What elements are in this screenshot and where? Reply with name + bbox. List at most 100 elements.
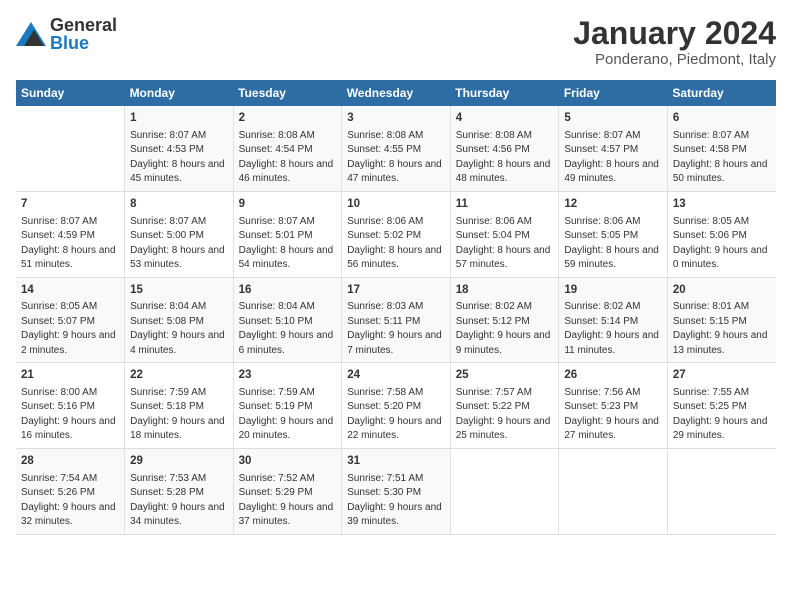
day-number: 29 (130, 453, 228, 470)
header-friday: Friday (559, 80, 668, 106)
sunset-text: Sunset: 4:55 PM (347, 143, 445, 158)
day-number: 18 (456, 282, 554, 299)
calendar-cell: 24 Sunrise: 7:58 AMSunset: 5:20 PMDayligh… (342, 363, 451, 449)
calendar-cell (667, 448, 776, 534)
sunrise-text: Sunrise: 8:07 AM (21, 215, 119, 230)
daylight-text: Daylight: 9 hours and 27 minutes. (564, 415, 662, 444)
calendar-cell: 20Sunrise: 8:01 AMSunset: 5:15 PMDayligh… (667, 277, 776, 363)
sunrise-text: Sunrise: 7:56 AM (564, 386, 662, 401)
daylight-text: Daylight: 9 hours and 22 minutes. (347, 415, 445, 444)
sunset-text: Sunset: 5:11 PM (347, 315, 445, 330)
sunrise-text: Sunrise: 8:08 AM (239, 129, 337, 144)
weekday-header-row: Sunday Monday Tuesday Wednesday Thursday… (16, 80, 776, 106)
header-monday: Monday (125, 80, 234, 106)
sunrise-text: Sunrise: 8:08 AM (347, 129, 445, 144)
calendar-cell: 11Sunrise: 8:06 AMSunset: 5:04 PMDayligh… (450, 191, 559, 277)
calendar-cell: 28Sunrise: 7:54 AMSunset: 5:26 PMDayligh… (16, 448, 125, 534)
sunrise-text: Sunrise: 7:54 AM (21, 472, 119, 487)
daylight-text: Daylight: 9 hours and 2 minutes. (21, 329, 119, 358)
sunset-text: Sunset: 5:15 PM (673, 315, 771, 330)
daylight-text: Daylight: 9 hours and 11 minutes. (564, 329, 662, 358)
calendar-cell: 27Sunrise: 7:55 AMSunset: 5:25 PMDayligh… (667, 363, 776, 449)
daylight-text: Daylight: 9 hours and 9 minutes. (456, 329, 554, 358)
calendar-week-3: 14Sunrise: 8:05 AMSunset: 5:07 PMDayligh… (16, 277, 776, 363)
calendar-cell: 29Sunrise: 7:53 AMSunset: 5:28 PMDayligh… (125, 448, 234, 534)
day-number: 9 (239, 196, 337, 213)
sunrise-text: Sunrise: 7:58 AM (347, 386, 445, 401)
sunset-text: Sunset: 4:53 PM (130, 143, 228, 158)
daylight-text: Daylight: 9 hours and 25 minutes. (456, 415, 554, 444)
sunrise-text: Sunrise: 7:51 AM (347, 472, 445, 487)
sunrise-text: Sunrise: 8:07 AM (130, 215, 228, 230)
calendar-cell (559, 448, 668, 534)
sunset-text: Sunset: 5:14 PM (564, 315, 662, 330)
calendar-cell: 21Sunrise: 8:00 AMSunset: 5:16 PMDayligh… (16, 363, 125, 449)
calendar-cell: 26Sunrise: 7:56 AMSunset: 5:23 PMDayligh… (559, 363, 668, 449)
sunrise-text: Sunrise: 7:59 AM (130, 386, 228, 401)
logo-general-text: General (50, 16, 117, 34)
sunset-text: Sunset: 5:16 PM (21, 400, 119, 415)
day-number: 26 (564, 367, 662, 384)
day-number: 27 (673, 367, 771, 384)
logo-blue-text: Blue (50, 34, 117, 52)
calendar-cell: 7Sunrise: 8:07 AMSunset: 4:59 PMDaylight… (16, 191, 125, 277)
day-number: 7 (21, 196, 119, 213)
sunset-text: Sunset: 4:57 PM (564, 143, 662, 158)
day-number: 11 (456, 196, 554, 213)
sunset-text: Sunset: 5:08 PM (130, 315, 228, 330)
daylight-text: Daylight: 8 hours and 53 minutes. (130, 244, 228, 273)
sunset-text: Sunset: 4:58 PM (673, 143, 771, 158)
day-number: 8 (130, 196, 228, 213)
day-number: 25 (456, 367, 554, 384)
daylight-text: Daylight: 8 hours and 47 minutes. (347, 158, 445, 187)
header-sunday: Sunday (16, 80, 125, 106)
page-header: General Blue January 2024 Ponderano, Pie… (16, 16, 776, 68)
sunrise-text: Sunrise: 8:04 AM (130, 300, 228, 315)
sunset-text: Sunset: 5:10 PM (239, 315, 337, 330)
calendar-cell: 19Sunrise: 8:02 AMSunset: 5:14 PMDayligh… (559, 277, 668, 363)
calendar-cell: 12Sunrise: 8:06 AMSunset: 5:05 PMDayligh… (559, 191, 668, 277)
day-number: 24 (347, 367, 445, 384)
daylight-text: Daylight: 9 hours and 6 minutes. (239, 329, 337, 358)
day-number: 6 (673, 110, 771, 127)
daylight-text: Daylight: 9 hours and 0 minutes. (673, 244, 771, 273)
sunset-text: Sunset: 5:20 PM (347, 400, 445, 415)
sunrise-text: Sunrise: 8:02 AM (456, 300, 554, 315)
calendar-week-4: 21Sunrise: 8:00 AMSunset: 5:16 PMDayligh… (16, 363, 776, 449)
calendar-cell: 13Sunrise: 8:05 AMSunset: 5:06 PMDayligh… (667, 191, 776, 277)
calendar-cell: 2Sunrise: 8:08 AMSunset: 4:54 PMDaylight… (233, 106, 342, 191)
sunrise-text: Sunrise: 8:07 AM (673, 129, 771, 144)
sunrise-text: Sunrise: 8:01 AM (673, 300, 771, 315)
calendar-cell: 22Sunrise: 7:59 AMSunset: 5:18 PMDayligh… (125, 363, 234, 449)
sunset-text: Sunset: 4:54 PM (239, 143, 337, 158)
title-block: January 2024 Ponderano, Piedmont, Italy (573, 16, 776, 68)
day-number: 23 (239, 367, 337, 384)
sunset-text: Sunset: 5:22 PM (456, 400, 554, 415)
sunrise-text: Sunrise: 8:07 AM (564, 129, 662, 144)
calendar-cell: 16Sunrise: 8:04 AMSunset: 5:10 PMDayligh… (233, 277, 342, 363)
sunset-text: Sunset: 5:30 PM (347, 486, 445, 501)
sunset-text: Sunset: 5:28 PM (130, 486, 228, 501)
calendar-cell: 9Sunrise: 8:07 AMSunset: 5:01 PMDaylight… (233, 191, 342, 277)
daylight-text: Daylight: 8 hours and 45 minutes. (130, 158, 228, 187)
sunrise-text: Sunrise: 8:07 AM (130, 129, 228, 144)
daylight-text: Daylight: 8 hours and 54 minutes. (239, 244, 337, 273)
daylight-text: Daylight: 9 hours and 39 minutes. (347, 501, 445, 530)
header-tuesday: Tuesday (233, 80, 342, 106)
calendar-cell: 14Sunrise: 8:05 AMSunset: 5:07 PMDayligh… (16, 277, 125, 363)
calendar-header: Sunday Monday Tuesday Wednesday Thursday… (16, 80, 776, 106)
calendar-body: 1Sunrise: 8:07 AMSunset: 4:53 PMDaylight… (16, 106, 776, 534)
sunrise-text: Sunrise: 7:59 AM (239, 386, 337, 401)
sunrise-text: Sunrise: 8:06 AM (564, 215, 662, 230)
sunrise-text: Sunrise: 8:03 AM (347, 300, 445, 315)
calendar-cell: 30Sunrise: 7:52 AMSunset: 5:29 PMDayligh… (233, 448, 342, 534)
daylight-text: Daylight: 9 hours and 7 minutes. (347, 329, 445, 358)
day-number: 28 (21, 453, 119, 470)
calendar-cell: 10Sunrise: 8:06 AMSunset: 5:02 PMDayligh… (342, 191, 451, 277)
calendar-cell: 3Sunrise: 8:08 AMSunset: 4:55 PMDaylight… (342, 106, 451, 191)
day-number: 20 (673, 282, 771, 299)
daylight-text: Daylight: 9 hours and 32 minutes. (21, 501, 119, 530)
daylight-text: Daylight: 8 hours and 56 minutes. (347, 244, 445, 273)
sunrise-text: Sunrise: 7:52 AM (239, 472, 337, 487)
sunrise-text: Sunrise: 7:57 AM (456, 386, 554, 401)
